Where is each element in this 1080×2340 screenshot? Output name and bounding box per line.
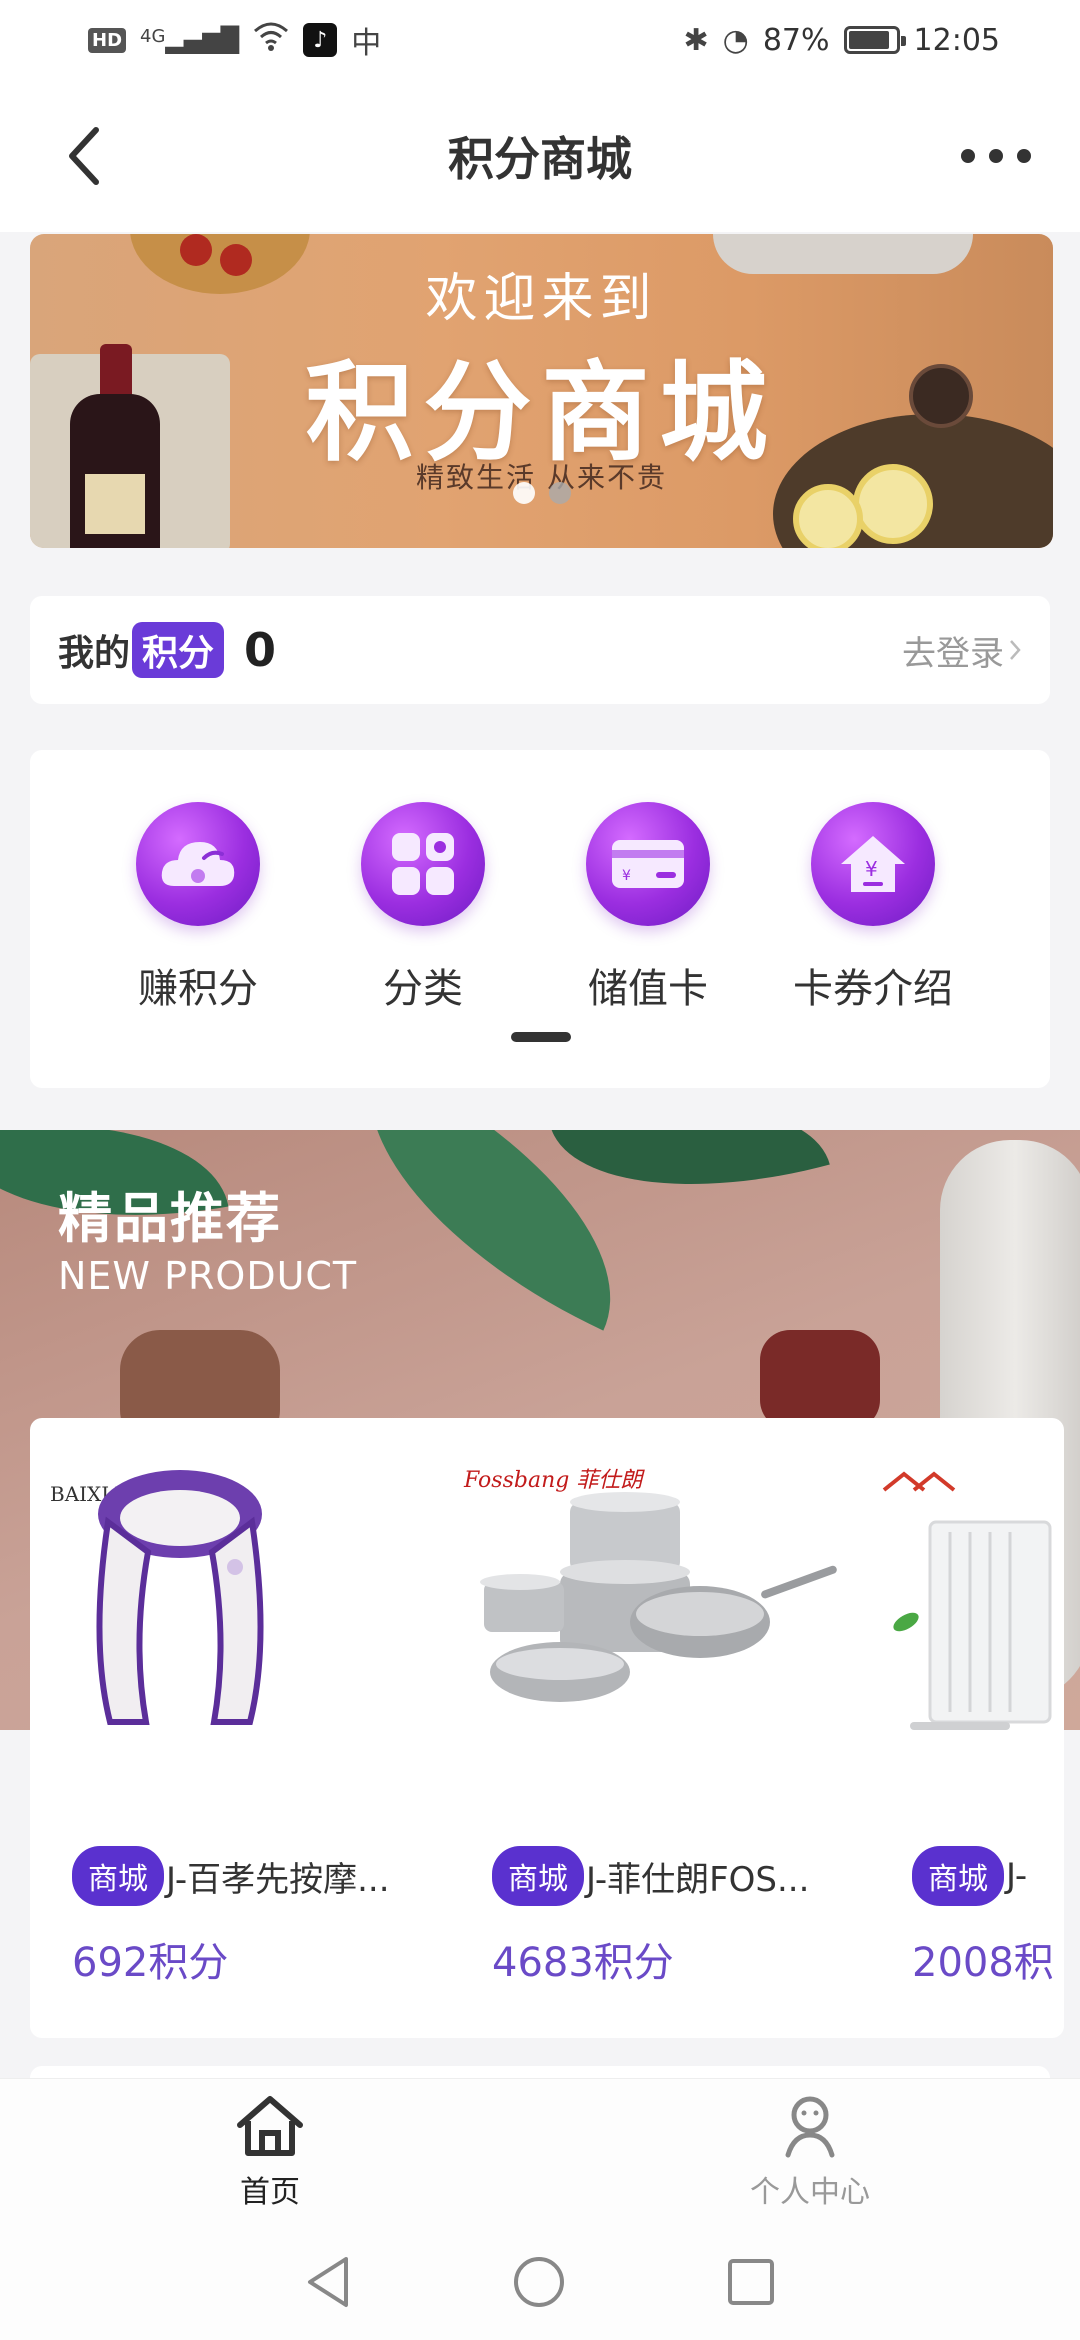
app-header: 积分商城 (0, 80, 1080, 232)
wifi-icon (253, 21, 289, 59)
my-points-card: 我的 积分 0 去登录 (30, 596, 1050, 704)
cookware-set-image (480, 1492, 837, 1702)
product-name: J-菲仕朗FOS... (586, 1859, 810, 1900)
network-type: 4G (140, 26, 166, 47)
quick-action-category[interactable]: 分类 (313, 802, 533, 1014)
bottle-decoration (760, 1330, 880, 1430)
product-image: BAIXIAOXIAN (30, 1442, 430, 1772)
status-left: HD 4G▂▄▆█ ♪ 中 (88, 18, 381, 62)
status-bar: HD 4G▂▄▆█ ♪ 中 ✱ ◔ 87% 12:05 (0, 0, 1080, 80)
quick-action-label: 卡券介绍 (793, 966, 953, 1012)
cellular-signal-icon: 4G▂▄▆█ (140, 26, 240, 54)
carousel-dot[interactable] (548, 482, 571, 504)
login-link-label: 去登录 (902, 633, 1004, 674)
tab-profile[interactable]: 个人中心 (690, 2093, 930, 2211)
svg-text:¥: ¥ (865, 857, 878, 881)
leaf-decoration (550, 1130, 830, 1232)
grid-icon (361, 802, 485, 926)
system-nav-bar (0, 2228, 1080, 2340)
tiktok-icon: ♪ (303, 23, 338, 57)
card-icon: ¥ (586, 802, 710, 926)
product-tag: 商城 (912, 1846, 1004, 1906)
tab-label: 首页 (240, 2175, 300, 2210)
quick-action-label: 储值卡 (588, 966, 708, 1012)
product-tag: 商城 (492, 1846, 584, 1906)
product-name-row: 商城 J- (912, 1846, 1027, 1906)
app-notification-icon: 中 (351, 26, 382, 61)
quick-action-stored-value-card[interactable]: ¥ 储值卡 (538, 802, 758, 1014)
chevron-left-icon (69, 127, 99, 185)
product-name-row: 商城 J-百孝先按摩... (72, 1846, 390, 1906)
battery-icon (843, 26, 906, 54)
home-icon (237, 2096, 303, 2156)
carousel-dot-active[interactable] (512, 482, 535, 504)
nav-home-icon[interactable] (512, 2255, 566, 2313)
nav-recents-icon[interactable] (726, 2257, 776, 2311)
quick-action-coupon-intro[interactable]: ¥ 卡券介绍 (763, 802, 983, 1014)
cloud-icon (136, 802, 260, 926)
product-name: J- (1006, 1856, 1028, 1896)
more-button[interactable] (956, 116, 1036, 196)
product-price: 4683积分 (492, 1940, 674, 1986)
product-price: 2008积 (912, 1940, 1054, 1986)
product-carousel[interactable]: BAIXIAOXIAN 商城 J-百孝先按摩... 692积分 Fossbang… (30, 1418, 1064, 2038)
my-points-label: 我的 积分 (58, 622, 225, 678)
banner-subtitle: 欢迎来到 (425, 269, 658, 329)
more-dots-icon (961, 149, 1031, 163)
hd-badge: HD (88, 27, 127, 53)
featured-subtitle: NEW PRODUCT (58, 1254, 358, 1298)
quick-action-label: 赚积分 (138, 966, 258, 1012)
yen-house-icon: ¥ (811, 802, 935, 926)
product-price: 692积分 (72, 1940, 229, 1986)
quick-action-label: 分类 (383, 966, 463, 1012)
carousel-dots (30, 482, 1053, 504)
quick-actions-card: 赚积分 分类 ¥ 储值卡 ¥ 卡券介绍 (30, 750, 1050, 1088)
massager-image (96, 1470, 264, 1725)
chevron-right-icon (1010, 640, 1021, 660)
points-label-prefix: 我的 (58, 633, 131, 674)
page-title: 积分商城 (448, 132, 632, 186)
status-right: ✱ ◔ 87% 12:05 (684, 23, 1000, 58)
quick-actions-scroll-indicator (511, 1032, 571, 1042)
svg-text:¥: ¥ (622, 868, 631, 884)
points-value: 0 (244, 623, 277, 677)
heater-image (893, 1520, 1052, 1730)
product-image (870, 1442, 1064, 1772)
back-button[interactable] (48, 116, 120, 196)
data-saver-icon: ◔ (722, 22, 749, 58)
tab-label: 个人中心 (750, 2175, 870, 2210)
user-icon (785, 2096, 835, 2158)
battery-percent: 87% (762, 22, 830, 58)
points-label-highlight: 积分 (132, 622, 225, 678)
product-image: Fossbang 菲仕朗 (450, 1442, 850, 1772)
tab-home[interactable]: 首页 (150, 2093, 390, 2211)
featured-title: 精品推荐 (58, 1187, 282, 1250)
product-name: J-百孝先按摩... (166, 1859, 390, 1900)
product-name-row: 商城 J-菲仕朗FOS... (492, 1846, 809, 1906)
bluetooth-icon: ✱ (683, 22, 709, 58)
product-tag: 商城 (72, 1846, 164, 1906)
product-card[interactable]: BAIXIAOXIAN 商城 J-百孝先按摩... 692积分 (30, 1418, 450, 2038)
product-card[interactable]: 商城 J- 2008积 (870, 1418, 1064, 2038)
nav-back-icon[interactable] (304, 2255, 352, 2313)
quick-action-earn-points[interactable]: 赚积分 (88, 802, 308, 1014)
product-card[interactable]: Fossbang 菲仕朗 商城 J-菲仕朗FOS... 4683积分 (450, 1418, 870, 2038)
promo-banner[interactable]: 欢迎来到 积分商城 精致生活 从来不贵 (30, 234, 1053, 548)
bottom-tab-bar: 首页 个人中心 (0, 2078, 1080, 2228)
clock: 12:05 (913, 22, 1000, 58)
login-link[interactable]: 去登录 (902, 626, 1022, 675)
battery-fill (848, 31, 889, 49)
